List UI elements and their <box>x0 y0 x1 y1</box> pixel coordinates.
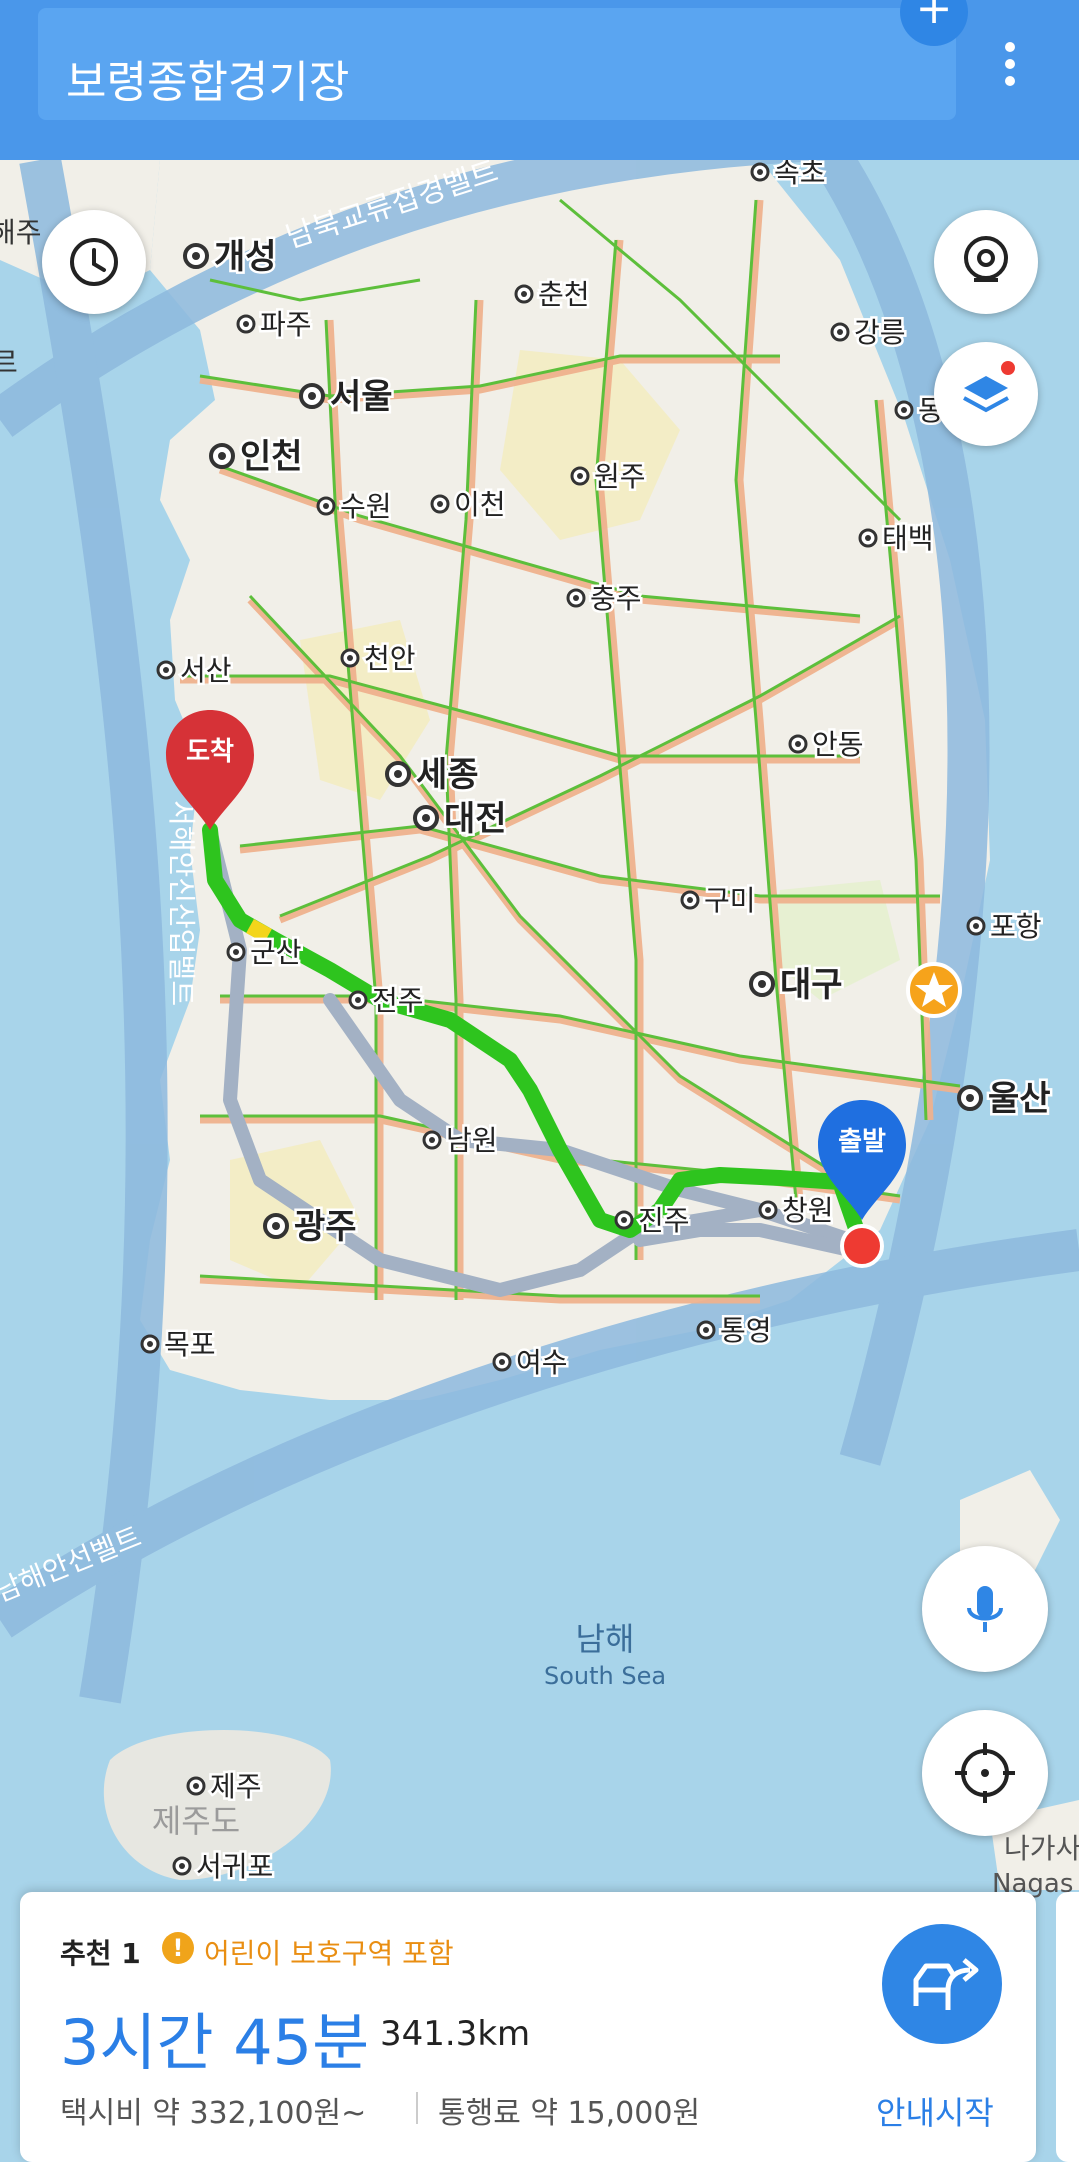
more-menu-button[interactable] <box>990 36 1030 106</box>
sea-label-english: South Sea <box>544 1662 666 1690</box>
edge-label-left-2: 르 <box>0 346 18 379</box>
start-navigation-button[interactable] <box>882 1924 1002 2044</box>
crosshair-icon <box>955 1743 1015 1803</box>
next-route-card-edge[interactable] <box>1056 1892 1079 2162</box>
layers-button[interactable] <box>934 342 1038 446</box>
city-name: 구미 <box>704 884 756 917</box>
route-summary-card[interactable]: 추천 1 ! 어린이 보호구역 포함 3시간 45분 341.3km 택시비 약… <box>20 1892 1036 2162</box>
warning-icon: ! <box>162 1932 194 1964</box>
menu-dot-icon <box>1005 42 1015 52</box>
city-name: 개성 <box>214 237 277 277</box>
city-name: 여수 <box>516 1346 568 1379</box>
city-name: 남원 <box>446 1124 498 1157</box>
city-name: 서산 <box>180 654 232 687</box>
city-name: 울산 <box>988 1079 1051 1119</box>
city-name: 속초 <box>774 156 826 189</box>
jeju-island-label: 제주도 <box>152 1802 240 1840</box>
city-name: 인천 <box>240 437 303 477</box>
city-name: 충주 <box>590 582 642 615</box>
city-name: 춘천 <box>538 278 590 311</box>
city-name: 강릉 <box>854 316 906 349</box>
city-name: 서귀포 <box>196 1850 273 1883</box>
menu-dot-icon <box>1005 76 1015 86</box>
departure-pin-label: 출발 <box>838 1127 886 1157</box>
layers-icon <box>963 361 1015 413</box>
add-waypoint-button[interactable]: + <box>900 0 968 46</box>
menu-dot-icon <box>1005 59 1015 69</box>
school-zone-warning: 어린이 보호구역 포함 <box>204 1937 454 1970</box>
taxi-fare: 택시비 약 332,100원~ <box>60 2096 367 2131</box>
microphone-icon <box>967 1586 1003 1632</box>
my-location-button[interactable] <box>922 1710 1048 1836</box>
clock-icon <box>70 238 118 286</box>
road-label-west-coast: 서해안신산업벨트 <box>165 800 198 1006</box>
start-navigation-label[interactable]: 안내시작 <box>876 2088 994 2134</box>
city-name: 파주 <box>260 308 312 341</box>
city-name: 진주 <box>638 1204 690 1237</box>
city-name: 이천 <box>454 488 506 521</box>
edge-label-left-1: 해주 <box>0 216 42 249</box>
city-name: 대전 <box>444 799 507 839</box>
city-name: 태백 <box>882 522 934 555</box>
destination-title[interactable]: 보령종합경기장 <box>66 46 349 110</box>
history-button[interactable] <box>42 210 146 314</box>
city-name: 광주 <box>294 1207 357 1247</box>
city-name: 대구 <box>780 965 843 1005</box>
city-name: 제주 <box>210 1770 262 1803</box>
toll-fee: 통행료 약 15,000원 <box>438 2096 701 2131</box>
top-bar: 보령종합경기장 + <box>0 0 1079 160</box>
city-name: 군산 <box>250 936 302 969</box>
city-name: 수원 <box>340 490 392 523</box>
cctv-icon <box>964 236 1008 282</box>
sea-label-korean: 남해 <box>576 1620 635 1658</box>
city-name: 원주 <box>594 460 646 493</box>
route-distance: 341.3km <box>380 2014 531 2054</box>
city-name: 안동 <box>812 728 864 761</box>
arrival-pin-label: 도착 <box>186 737 234 767</box>
city-name: 통영 <box>720 1314 772 1347</box>
city-name: 포항 <box>990 910 1042 943</box>
city-name: 세종 <box>416 755 479 795</box>
city-name: 서울 <box>330 377 393 417</box>
cctv-button[interactable] <box>934 210 1038 314</box>
city-name: 전주 <box>372 984 424 1017</box>
voice-search-button[interactable] <box>922 1546 1048 1672</box>
route-rank: 추천 1 <box>60 1937 141 1970</box>
divider <box>416 2092 418 2124</box>
map-canvas[interactable]: 남북교류접경벨트 서해안신산업벨트 남해안선벨트 남해 South Sea 제주… <box>0 0 1079 2146</box>
route-duration: 3시간 45분 <box>60 2006 370 2079</box>
city-name: 목포 <box>164 1328 216 1361</box>
city-name: 창원 <box>782 1194 834 1227</box>
city-name: 천안 <box>364 642 416 675</box>
car-turn-icon <box>913 1958 979 2010</box>
favorite-star-marker[interactable] <box>906 962 962 1018</box>
nagasaki-label: 나가사 <box>1004 1832 1079 1865</box>
destination-search-box[interactable]: 보령종합경기장 + <box>38 0 968 120</box>
